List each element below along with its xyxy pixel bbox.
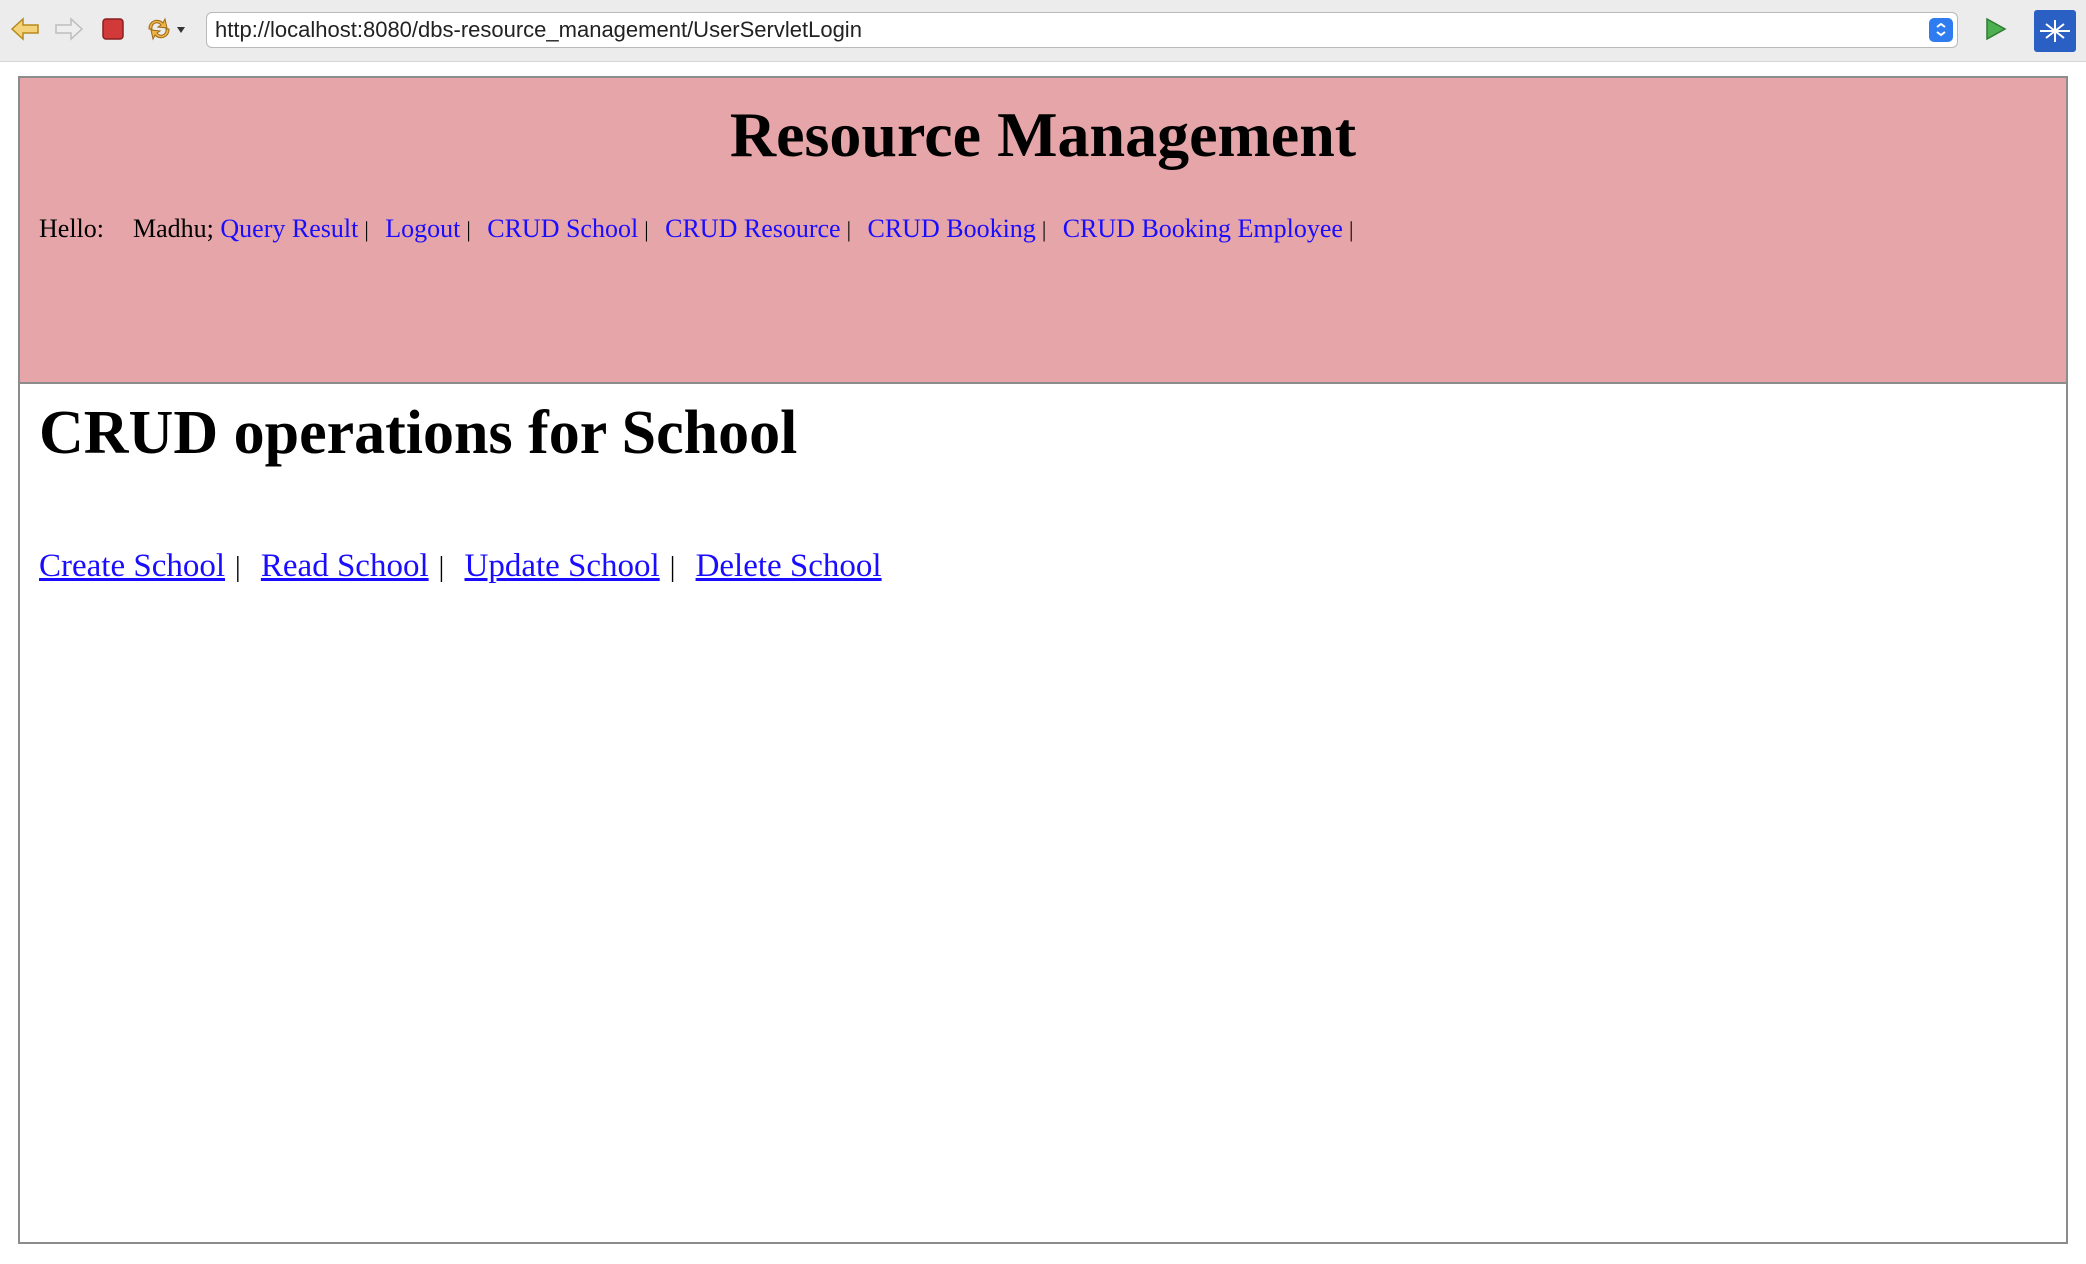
page-title: CRUD operations for School	[39, 399, 798, 467]
nav-crud-resource-link[interactable]: CRUD Resource	[665, 214, 840, 243]
url-text: http://localhost:8080/dbs-resource_manag…	[215, 17, 862, 42]
link-separator: |	[235, 552, 241, 583]
url-dropdown-icon[interactable]	[1929, 18, 1953, 42]
nav-separator: |	[1041, 217, 1047, 242]
link-separator: |	[669, 552, 676, 583]
nav-separator: |	[364, 217, 369, 242]
nav-separator: |	[466, 217, 471, 242]
nav-separator: |	[1348, 217, 1354, 242]
read-school-link[interactable]: Read School	[261, 548, 429, 584]
top-nav: Hello: Madhu; Query Result | Logout | CRUD…	[39, 214, 1363, 244]
create-school-link[interactable]: Create School	[39, 548, 225, 584]
forward-icon[interactable]	[52, 12, 86, 46]
greeting-label: Hello:	[39, 214, 104, 243]
nav-query-result-link[interactable]: Query Result	[220, 214, 358, 243]
go-icon[interactable]	[1978, 12, 2012, 46]
site-title: Resource Management	[729, 99, 1357, 170]
nav-separator: |	[644, 217, 649, 242]
extension-icon[interactable]	[2034, 10, 2076, 52]
stop-icon[interactable]	[96, 12, 130, 46]
crud-links: Create School | Read School | Update Schoo…	[39, 548, 882, 585]
delete-school-link[interactable]: Delete School	[696, 548, 882, 584]
link-separator: |	[438, 552, 445, 583]
nav-logout-link[interactable]: Logout	[385, 214, 460, 243]
back-icon[interactable]	[8, 12, 42, 46]
nav-crud-booking-employee-link[interactable]: CRUD Booking Employee	[1063, 214, 1343, 243]
page-frame: Resource Management Hello: Madhu; Query …	[18, 76, 2068, 1244]
nav-separator: |	[846, 217, 851, 242]
browser-toolbar: http://localhost:8080/dbs-resource_manag…	[0, 0, 2086, 62]
refresh-icon[interactable]	[140, 12, 190, 46]
update-school-link[interactable]: Update School	[464, 548, 659, 584]
user-name: Madhu;	[133, 214, 214, 243]
url-input[interactable]: http://localhost:8080/dbs-resource_manag…	[206, 12, 1958, 48]
nav-crud-school-link[interactable]: CRUD School	[487, 214, 638, 243]
site-header: Resource Management Hello: Madhu; Query …	[20, 78, 2066, 384]
nav-crud-booking-link[interactable]: CRUD Booking	[868, 214, 1036, 243]
